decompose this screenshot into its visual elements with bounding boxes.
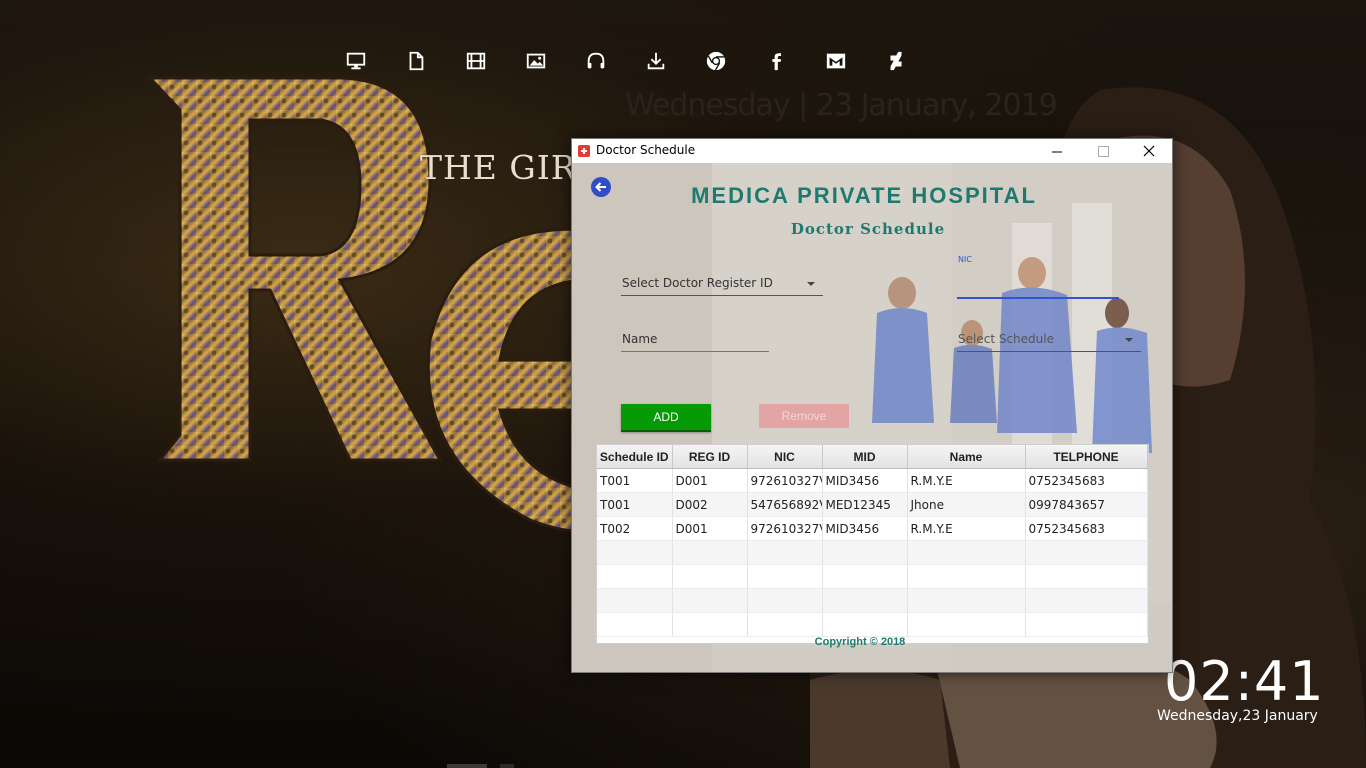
download-icon[interactable] xyxy=(636,46,676,76)
clock-time: 02:41 xyxy=(1164,650,1325,713)
column-header[interactable]: Name xyxy=(907,445,1026,469)
nic-field[interactable]: NIC xyxy=(957,255,1119,299)
table-row[interactable]: T001 D002 547656892V MED12345 Jhone 0997… xyxy=(597,492,1148,517)
table-cell: 0752345683 xyxy=(1025,516,1148,541)
mail-icon[interactable] xyxy=(816,46,856,76)
remove-button[interactable]: Remove xyxy=(759,404,849,428)
monitor-icon[interactable] xyxy=(336,46,376,76)
table-cell: Jhone xyxy=(907,492,1026,517)
chevron-down-icon xyxy=(1125,338,1133,342)
table-row-empty xyxy=(597,612,1148,637)
doctor-schedule-window: Doctor Schedule MEDICA PRIVATE HOSPITAL … xyxy=(571,138,1173,673)
name-field[interactable]: Name xyxy=(621,331,769,352)
copyright-text: Copyright © 2018 xyxy=(814,636,906,648)
column-header[interactable]: NIC xyxy=(747,445,823,469)
clock-date: Wednesday,23 January xyxy=(1157,708,1318,724)
image-icon[interactable] xyxy=(516,46,556,76)
table-row-empty xyxy=(597,564,1148,589)
table-cell: MID3456 xyxy=(822,516,908,541)
window-title: Doctor Schedule xyxy=(596,143,696,157)
page-title: Doctor Schedule xyxy=(790,220,946,238)
table-cell: 972610327V xyxy=(747,516,823,541)
add-button[interactable]: ADD xyxy=(621,404,711,432)
taskbar-indicator xyxy=(447,764,487,768)
table-cell: 547656892V xyxy=(747,492,823,517)
minimize-button[interactable] xyxy=(1034,139,1080,163)
column-header[interactable]: TELPHONE xyxy=(1025,445,1148,469)
table-cell: 972610327V xyxy=(747,468,823,493)
facebook-icon[interactable] xyxy=(756,46,796,76)
table-row[interactable]: T002 D001 972610327V MID3456 R.M.Y.E 075… xyxy=(597,516,1148,541)
table-cell: T001 xyxy=(597,492,673,517)
schedule-select[interactable]: Select Schedule xyxy=(957,329,1141,352)
wallpaper-logo-letters xyxy=(146,76,590,533)
table-cell: 0997843657 xyxy=(1025,492,1148,517)
table-cell: D001 xyxy=(672,516,748,541)
column-header[interactable]: Schedule ID xyxy=(597,445,673,469)
table-cell: T002 xyxy=(597,516,673,541)
table-row-empty xyxy=(597,588,1148,613)
table-cell: D001 xyxy=(672,468,748,493)
table-row[interactable]: T001 D001 972610327V MID3456 R.M.Y.E 075… xyxy=(597,468,1148,493)
close-button[interactable] xyxy=(1126,139,1172,163)
app-medical-icon xyxy=(578,145,590,157)
maximize-icon xyxy=(1097,145,1109,157)
chrome-icon[interactable] xyxy=(696,46,736,76)
table-cell: 0752345683 xyxy=(1025,468,1148,493)
deviantart-icon[interactable] xyxy=(876,46,916,76)
maximize-button[interactable] xyxy=(1080,139,1126,163)
close-icon xyxy=(1143,145,1155,157)
headphones-icon[interactable] xyxy=(576,46,616,76)
minimize-icon xyxy=(1051,151,1062,152)
table-cell: R.M.Y.E xyxy=(907,516,1026,541)
table-cell: MED12345 xyxy=(822,492,908,517)
chevron-down-icon xyxy=(807,282,815,286)
window-content: MEDICA PRIVATE HOSPITAL Doctor Schedule … xyxy=(572,163,1172,672)
window-titlebar[interactable]: Doctor Schedule xyxy=(572,139,1172,163)
table-cell: D002 xyxy=(672,492,748,517)
column-header[interactable]: MID xyxy=(822,445,908,469)
table-cell: T001 xyxy=(597,468,673,493)
schedule-table[interactable]: Schedule ID REG ID NIC MID Name TELPHONE… xyxy=(596,444,1149,644)
table-header-row: Schedule ID REG ID NIC MID Name TELPHONE xyxy=(597,445,1148,469)
document-icon[interactable] xyxy=(396,46,436,76)
taskbar-indicator-small xyxy=(500,764,514,768)
film-icon[interactable] xyxy=(456,46,496,76)
table-cell: R.M.Y.E xyxy=(907,468,1026,493)
doctor-reg-id-select[interactable]: Select Doctor Register ID xyxy=(621,273,823,296)
table-row-empty xyxy=(597,540,1148,565)
column-header[interactable]: REG ID xyxy=(672,445,748,469)
table-cell: MID3456 xyxy=(822,468,908,493)
hospital-name: MEDICA PRIVATE HOSPITAL xyxy=(691,183,1037,208)
